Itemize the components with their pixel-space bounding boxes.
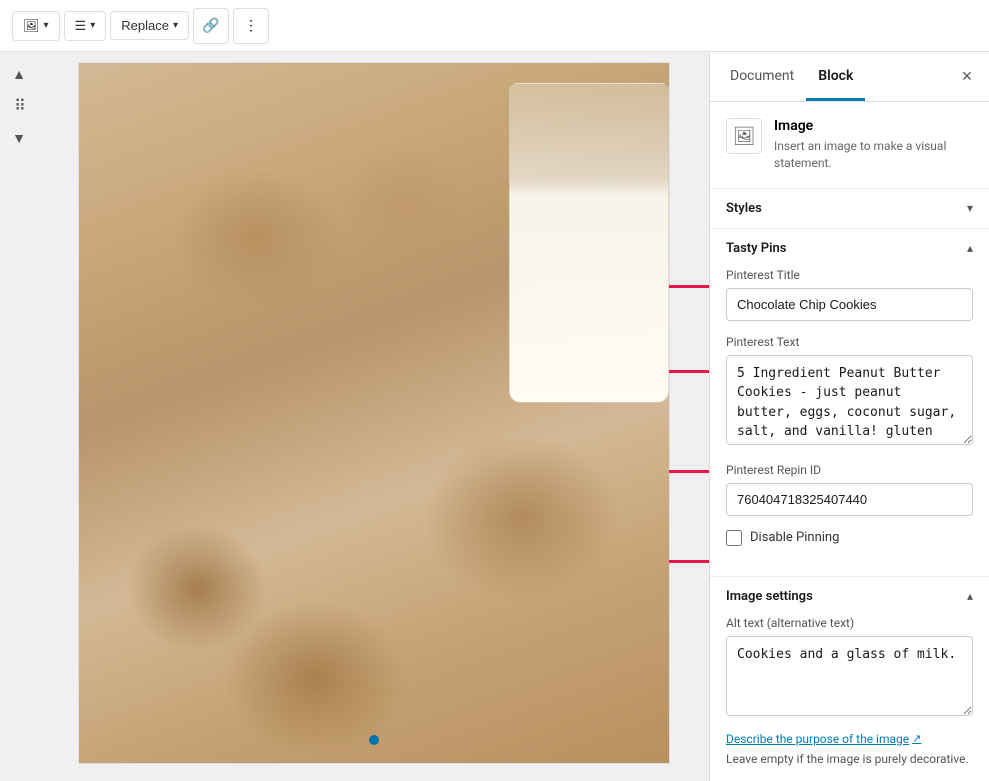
disable-pinning-row: Disable Pinning — [726, 530, 973, 546]
image-info-text: Image Insert an image to make a visual s… — [774, 118, 973, 172]
close-panel-btn[interactable]: × — [953, 63, 981, 91]
arrow-pinterest-text — [669, 363, 710, 379]
pinterest-title-label: Pinterest Title — [726, 268, 973, 282]
tasty-pins-header[interactable]: Tasty Pins ▴ — [710, 229, 989, 268]
pinterest-text-input[interactable]: 5 Ingredient Peanut Butter Cookies - jus… — [726, 355, 973, 445]
alt-text-input[interactable]: Cookies and a glass of milk. — [726, 636, 973, 716]
link-btn[interactable]: 🔗 — [193, 8, 229, 44]
tab-document[interactable]: Document — [718, 54, 806, 101]
chevron-down-icon-3: ▾ — [173, 20, 178, 31]
image-settings-header[interactable]: Image settings ▴ — [710, 577, 989, 616]
scroll-indicator — [369, 735, 379, 745]
tab-block[interactable]: Block — [806, 54, 865, 101]
image-block-icon: 🖼 — [726, 118, 762, 154]
image-section-title: Image — [774, 118, 973, 134]
right-panel: Document Block × 🖼 Image Insert an image… — [709, 52, 989, 781]
drag-icon: ⠿ — [14, 96, 24, 116]
replace-btn[interactable]: Replace ▾ — [110, 11, 189, 40]
image-settings-content: Alt text (alternative text) Cookies and … — [710, 616, 989, 781]
styles-chevron-icon: ▾ — [967, 201, 973, 215]
alt-text-label: Alt text (alternative text) — [726, 616, 973, 630]
alt-describe-link[interactable]: Describe the purpose of the image ↗ — [726, 732, 921, 746]
close-icon: × — [962, 66, 973, 87]
cookie-image — [79, 63, 669, 763]
alt-note: Leave empty if the image is purely decor… — [726, 751, 973, 768]
pinterest-repin-label: Pinterest Repin ID — [726, 463, 973, 477]
align-icon: ☰ — [75, 18, 87, 34]
up-arrow-icon: ▲ — [12, 66, 26, 82]
move-up-btn[interactable]: ▲ — [5, 60, 33, 88]
pinterest-text-label: Pinterest Text — [726, 335, 973, 349]
image-settings-chevron-icon: ▴ — [967, 589, 973, 603]
align-btn[interactable]: ☰ ▾ — [64, 11, 107, 41]
image-settings-title: Image settings — [726, 589, 813, 604]
chevron-down-icon-2: ▾ — [90, 20, 95, 31]
link-icon: 🔗 — [202, 17, 219, 34]
arrow-repin-id — [669, 463, 710, 479]
image-block[interactable] — [78, 62, 670, 764]
panel-tabs: Document Block × — [710, 52, 989, 102]
styles-section: Styles ▾ — [710, 189, 989, 229]
move-down-btn[interactable]: ▼ — [5, 124, 33, 152]
tasty-pins-section: Tasty Pins ▴ Pinterest Title Pinterest T… — [710, 229, 989, 577]
editor-toolbar: 🖼 ▾ ☰ ▾ Replace ▾ 🔗 ⋮ — [0, 0, 989, 52]
more-options-btn[interactable]: ⋮ — [233, 8, 269, 44]
main-area: ▲ ⠿ ▼ — [0, 52, 989, 781]
drag-handle-btn[interactable]: ⠿ — [5, 92, 33, 120]
styles-section-title: Styles — [726, 201, 762, 216]
tasty-pins-chevron-icon: ▴ — [967, 241, 973, 255]
arrow-disable-pinning — [669, 553, 710, 569]
disable-pinning-checkbox[interactable] — [726, 530, 742, 546]
block-controls: ▲ ⠿ ▼ — [0, 52, 38, 781]
pinterest-title-input[interactable] — [726, 288, 973, 321]
canvas-area — [38, 52, 709, 781]
image-type-btn[interactable]: 🖼 ▾ — [12, 11, 60, 41]
chevron-down-icon: ▾ — [44, 20, 49, 31]
arrow-pinterest-title — [669, 278, 710, 294]
alt-link-row: Describe the purpose of the image ↗ — [726, 728, 973, 747]
external-link-icon: ↗ — [912, 732, 921, 745]
down-arrow-icon: ▼ — [12, 130, 26, 146]
image-info-section: 🖼 Image Insert an image to make a visual… — [710, 102, 989, 189]
pinterest-repin-input[interactable] — [726, 483, 973, 516]
tasty-pins-content: Pinterest Title Pinterest Text 5 Ingredi… — [710, 268, 989, 576]
image-icon: 🖼 — [23, 18, 40, 34]
milk-glass — [509, 83, 669, 403]
disable-pinning-label[interactable]: Disable Pinning — [750, 530, 839, 545]
styles-section-header[interactable]: Styles ▾ — [710, 189, 989, 228]
tasty-pins-title: Tasty Pins — [726, 241, 786, 256]
more-icon: ⋮ — [244, 17, 258, 34]
image-section-description: Insert an image to make a visual stateme… — [774, 138, 973, 172]
replace-label: Replace — [121, 18, 169, 33]
alt-link-text: Describe the purpose of the image — [726, 732, 909, 746]
image-settings-section: Image settings ▴ Alt text (alternative t… — [710, 577, 989, 781]
image-type-icon: 🖼 — [733, 126, 756, 147]
